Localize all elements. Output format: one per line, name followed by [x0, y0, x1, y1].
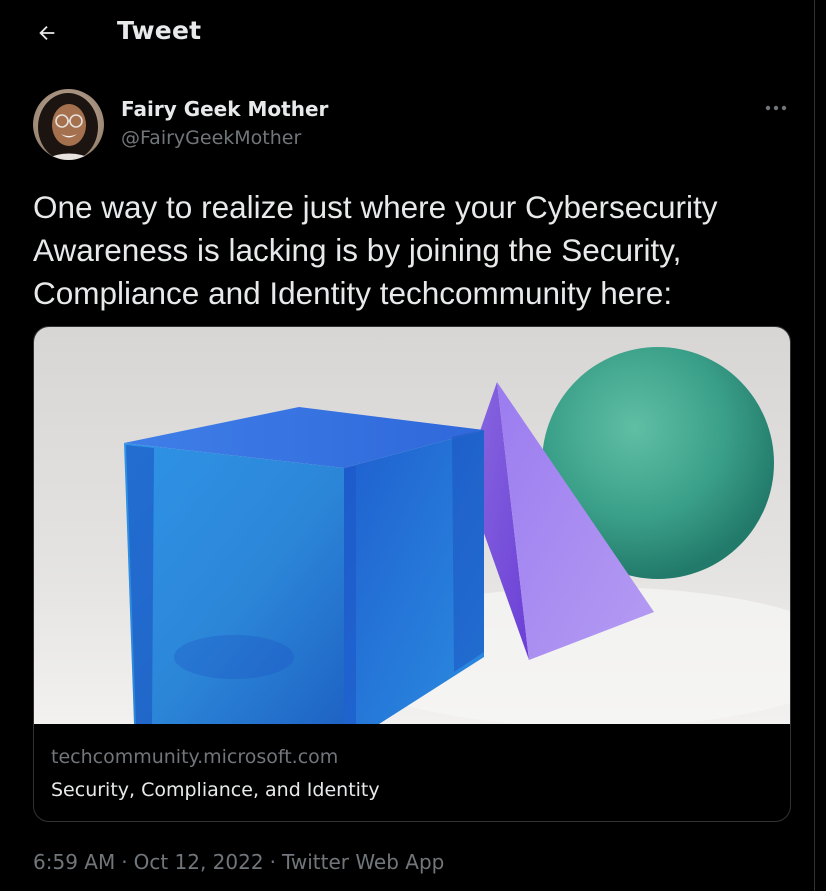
link-card-title: Security, Compliance, and Identity: [51, 779, 380, 801]
page-header: Tweet: [0, 0, 815, 70]
avatar[interactable]: [33, 89, 104, 160]
tweet-time[interactable]: 6:59 AM: [33, 850, 115, 874]
link-card[interactable]: techcommunity.microsoft.com Security, Co…: [33, 326, 791, 822]
author-name[interactable]: Fairy Geek Mother: [121, 97, 328, 121]
tweet-source[interactable]: Twitter Web App: [282, 850, 444, 874]
link-card-domain: techcommunity.microsoft.com: [51, 746, 339, 768]
back-button[interactable]: [28, 14, 66, 52]
meta-separator: ·: [269, 850, 276, 874]
link-card-image: [34, 327, 790, 724]
tweet-detail-panel: Tweet Fairy Geek Mother @FairyGeekMother…: [0, 0, 815, 891]
tweet-date[interactable]: Oct 12, 2022: [134, 850, 264, 874]
more-options-button[interactable]: [756, 94, 796, 122]
more-horizontal-icon: [765, 105, 787, 111]
tweet-text: One way to realize just where your Cyber…: [33, 189, 718, 311]
meta-separator: ·: [121, 850, 128, 874]
arrow-left-icon: [39, 25, 55, 41]
page-title: Tweet: [117, 16, 202, 45]
author-handle[interactable]: @FairyGeekMother: [121, 127, 301, 149]
profile-photo: [33, 89, 104, 160]
tweet-meta: 6:59 AM · Oct 12, 2022 · Twitter Web App: [33, 850, 444, 874]
